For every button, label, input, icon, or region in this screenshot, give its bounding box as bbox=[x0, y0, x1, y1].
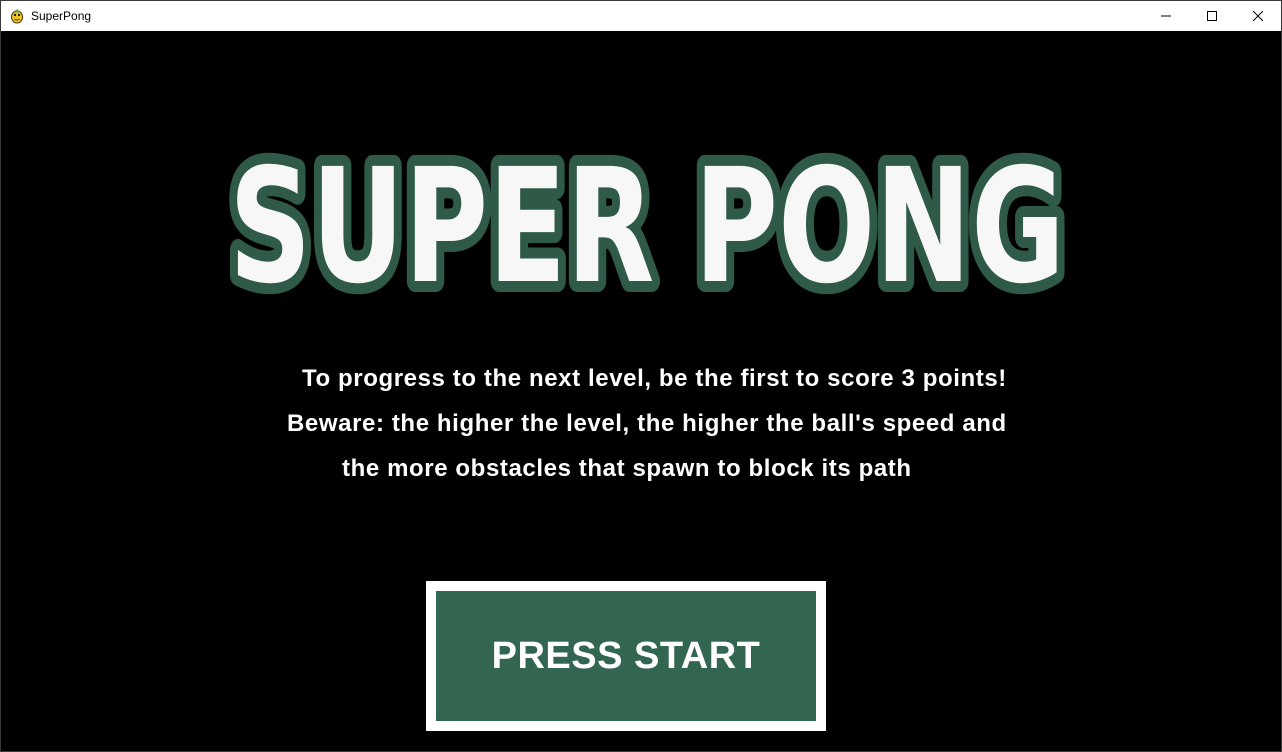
instruction-line: Beware: the higher the level, the higher… bbox=[287, 410, 1007, 437]
logo-text: SUPER PONG bbox=[229, 135, 1065, 319]
minimize-icon bbox=[1161, 11, 1171, 21]
game-canvas[interactable]: SUPER PONG SUPER PONG To progress to the… bbox=[1, 31, 1281, 751]
close-button[interactable] bbox=[1235, 1, 1281, 31]
super-pong-logo: SUPER PONG SUPER PONG bbox=[218, 124, 1076, 330]
game-window: SuperPong SUPER PONG SUPER PONG To progr… bbox=[0, 0, 1282, 752]
press-start-label: PRESS START bbox=[491, 634, 761, 677]
title-bar[interactable]: SuperPong bbox=[1, 1, 1281, 31]
close-icon bbox=[1253, 11, 1263, 21]
press-start-button[interactable]: PRESS START bbox=[436, 591, 816, 721]
instruction-line: To progress to the next level, be the fi… bbox=[302, 365, 1007, 392]
minimize-button[interactable] bbox=[1143, 1, 1189, 31]
window-title: SuperPong bbox=[31, 9, 92, 23]
instruction-line: the more obstacles that spawn to block i… bbox=[342, 455, 912, 482]
maximize-button[interactable] bbox=[1189, 1, 1235, 31]
start-button-frame: PRESS START bbox=[426, 581, 826, 731]
window-controls bbox=[1143, 1, 1281, 31]
maximize-icon bbox=[1207, 11, 1217, 21]
pygame-snake-icon bbox=[9, 8, 25, 24]
